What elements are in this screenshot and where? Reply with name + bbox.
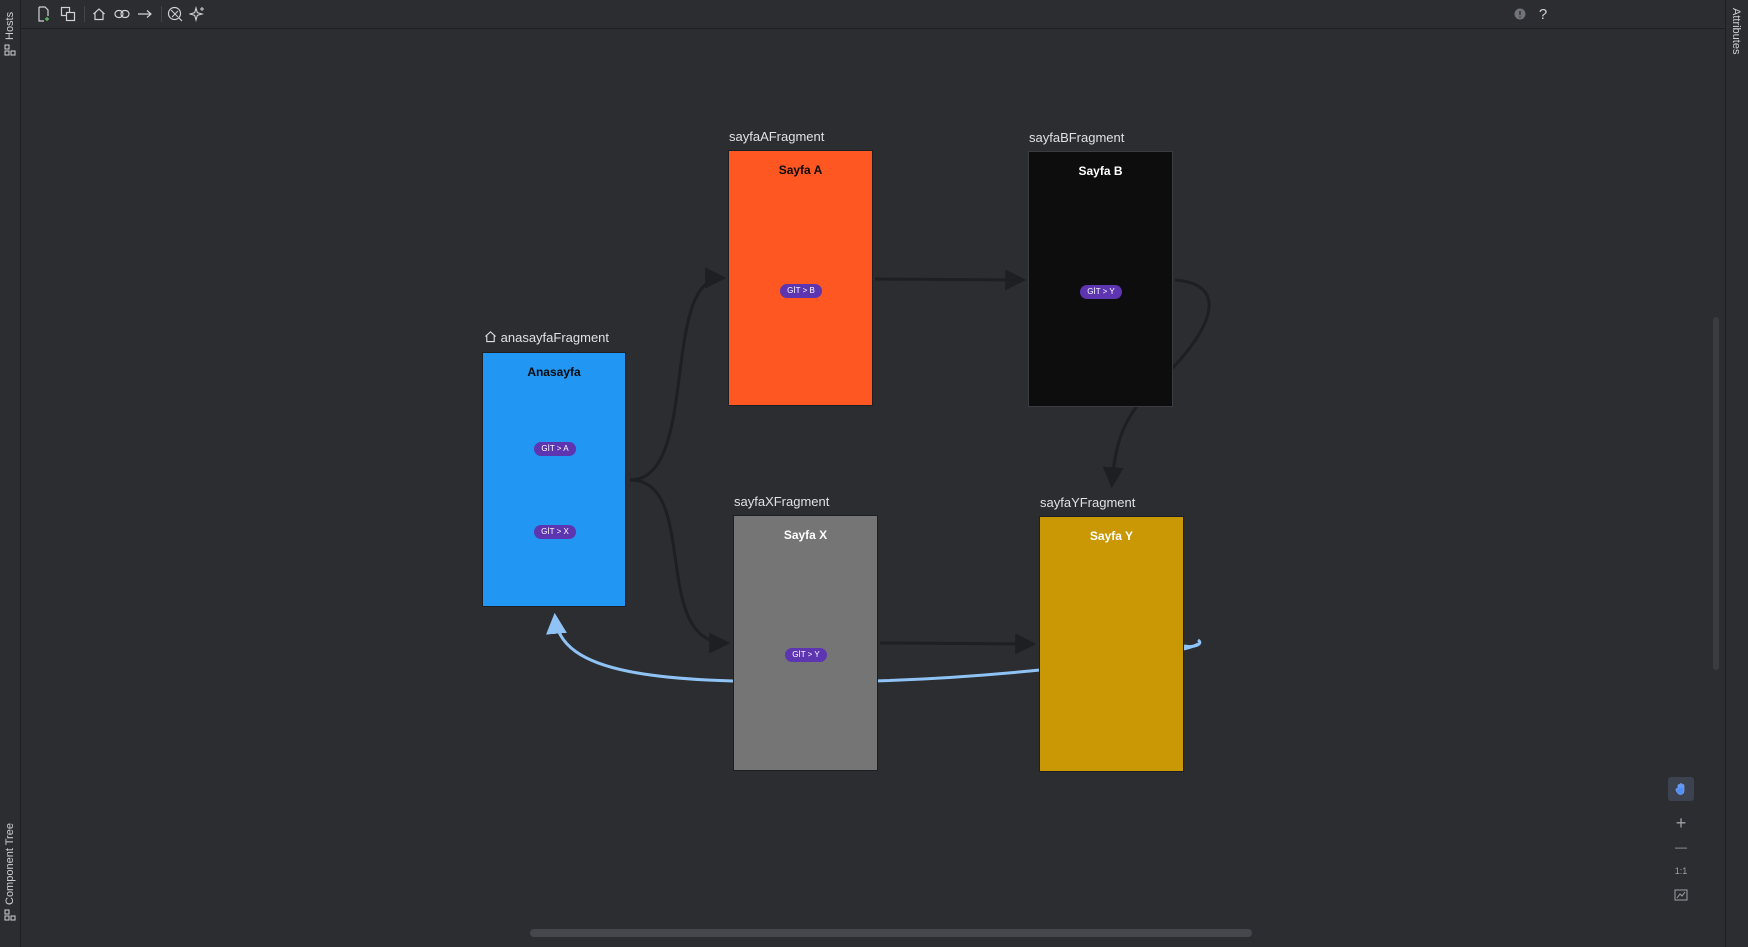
fragment-sayfa-b[interactable]: Sayfa B GİT > Y <box>1028 151 1173 407</box>
new-destination-icon <box>38 6 49 22</box>
navigation-graph-canvas[interactable] <box>21 29 1725 947</box>
button-git-x[interactable]: GİT > X <box>534 525 576 539</box>
zoom-out-button[interactable]: — <box>1668 835 1694 859</box>
button-git-y-from-b[interactable]: GİT > Y <box>1080 285 1122 299</box>
toolbar-separator <box>84 6 85 22</box>
zoom-controls: + — 1:1 <box>1666 773 1696 921</box>
zoom-in-button[interactable]: + <box>1668 811 1694 835</box>
magic-sparkle-icon <box>189 6 205 22</box>
help-button[interactable]: ? <box>1533 4 1553 24</box>
hosts-icon <box>4 44 16 56</box>
component-tree-icon <box>4 909 16 921</box>
fragment-title-sayfa-y: Sayfa Y <box>1089 529 1134 543</box>
fragment-title-sayfa-a: Sayfa A <box>778 163 823 177</box>
nested-graph-icon <box>60 6 76 22</box>
home-icon <box>93 8 105 21</box>
hosts-tab-label: Hosts <box>4 11 16 40</box>
start-destination-home-icon <box>485 331 496 343</box>
zoom-to-fit-icon <box>1674 889 1688 901</box>
fragment-title-sayfa-b: Sayfa B <box>1078 164 1123 178</box>
auto-arrange-button[interactable] <box>165 4 185 24</box>
attributes-tab[interactable]: Attributes <box>1726 0 1748 90</box>
left-tool-strip: Hosts Component Tree <box>0 0 21 947</box>
fragment-title-sayfa-x: Sayfa X <box>783 528 828 542</box>
fragment-sayfa-x[interactable]: Sayfa X GİT > Y <box>733 515 878 771</box>
attributes-tab-label: Attributes <box>1730 8 1742 55</box>
deep-link-icon <box>114 9 130 19</box>
fragment-label-sayfa-b: sayfaBFragment <box>1029 130 1125 145</box>
component-tree-tab[interactable]: Component Tree <box>0 815 20 927</box>
hosts-tab[interactable]: Hosts <box>0 0 20 62</box>
actual-size-button[interactable]: 1:1 <box>1668 859 1694 883</box>
new-destination-button[interactable] <box>34 4 54 24</box>
fragment-label-sayfa-y: sayfaYFragment <box>1040 495 1136 510</box>
fragment-label-sayfa-a: sayfaAFragment <box>729 129 825 144</box>
pan-mode-button[interactable] <box>1668 777 1694 801</box>
fragment-anasayfa[interactable]: Anasayfa GİT > A GİT > X <box>482 352 626 607</box>
vertical-scrollbar[interactable] <box>1713 317 1719 670</box>
button-git-a[interactable]: GİT > A <box>534 442 576 456</box>
button-git-y-from-x[interactable]: GİT > Y <box>785 648 827 662</box>
magic-button[interactable] <box>187 4 207 24</box>
right-tool-strip: Attributes <box>1725 0 1748 947</box>
horizontal-scrollbar[interactable] <box>530 929 1252 937</box>
hand-icon <box>1675 783 1685 795</box>
action-arrow-icon <box>138 10 152 18</box>
warning-icon <box>1514 8 1526 20</box>
component-tree-tab-label: Component Tree <box>4 823 16 905</box>
zoom-to-fit-button[interactable] <box>1668 883 1694 907</box>
nested-graph-button[interactable] <box>58 4 78 24</box>
deep-link-button[interactable] <box>112 4 132 24</box>
add-action-button[interactable] <box>135 4 155 24</box>
warnings-button[interactable] <box>1510 4 1530 24</box>
fragment-sayfa-y[interactable]: Sayfa Y <box>1039 516 1184 772</box>
fragment-id-anasayfa: anasayfaFragment <box>500 330 610 345</box>
fragment-title-anasayfa: Anasayfa <box>527 365 581 379</box>
fragment-label-sayfa-x: sayfaXFragment <box>734 494 830 509</box>
fragment-sayfa-a[interactable]: Sayfa A GİT > B <box>728 150 873 406</box>
toolbar-separator <box>161 6 162 22</box>
button-git-b[interactable]: GİT > B <box>780 284 822 298</box>
help-icon: ? <box>1538 5 1548 23</box>
auto-arrange-icon <box>167 6 183 22</box>
sayfa-y-pop-arrow-stub <box>1184 638 1202 648</box>
fragment-label-anasayfa: anasayfaFragment <box>484 330 609 345</box>
navigation-editor-toolbar: ? <box>21 0 1725 29</box>
assign-start-destination-button[interactable] <box>89 4 109 24</box>
